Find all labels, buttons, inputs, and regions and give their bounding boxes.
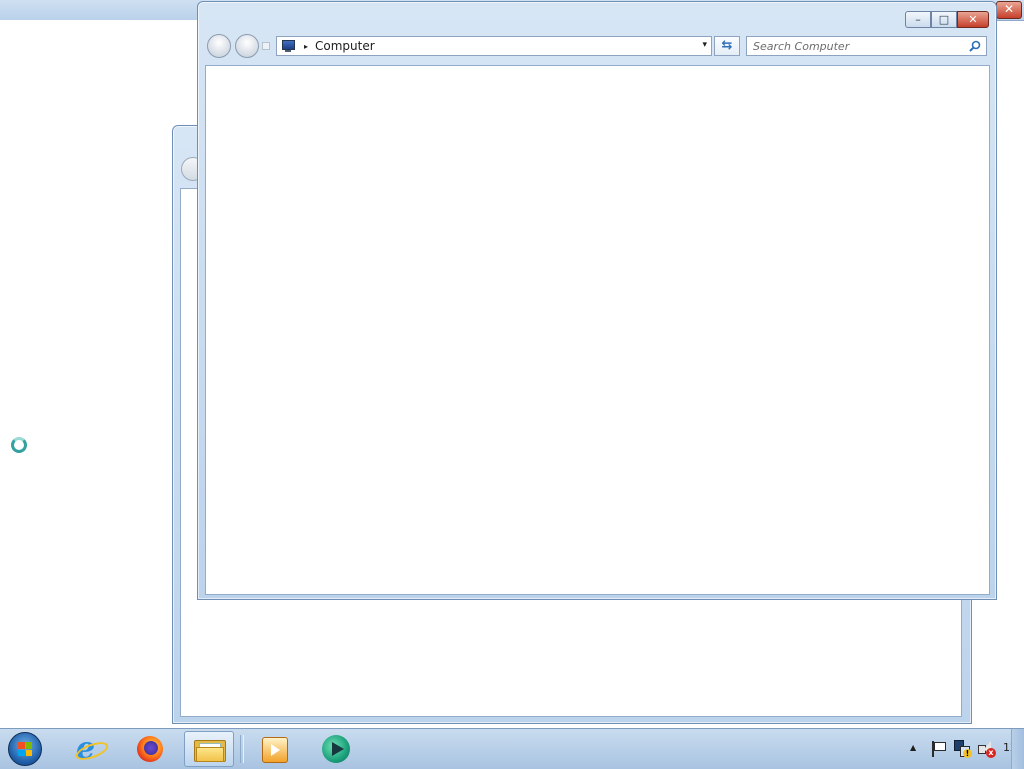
maximize-button[interactable]: □ (931, 11, 957, 28)
address-bar[interactable]: ▸ Computer ▾ (276, 36, 712, 56)
search-input[interactable] (747, 37, 965, 55)
minimize-button[interactable]: – (905, 11, 931, 28)
folder-icon (194, 737, 226, 762)
action-center-flag-icon[interactable] (931, 741, 946, 757)
green-arrow-icon[interactable] (320, 733, 352, 765)
taskbar: e ▲ ! x 12 (0, 728, 1024, 769)
volume-muted-icon[interactable]: x (978, 740, 996, 758)
close-button[interactable]: ✕ (957, 11, 989, 28)
back-button[interactable] (207, 34, 231, 58)
show-desktop-button[interactable] (1011, 729, 1024, 769)
windows-logo-icon (18, 742, 32, 756)
computer-icon (281, 39, 297, 53)
start-button[interactable] (8, 732, 42, 766)
breadcrumb-computer[interactable]: Computer (315, 39, 375, 53)
forward-button[interactable] (235, 34, 259, 58)
busy-cursor-icon (11, 437, 27, 453)
firefox-icon[interactable] (134, 733, 166, 765)
taskbar-separator (240, 735, 244, 763)
desktop-area (0, 20, 200, 728)
media-player-icon[interactable] (258, 733, 290, 765)
background-window-close-button[interactable]: ✕ (996, 1, 1022, 19)
search-box[interactable] (746, 36, 987, 56)
search-icon[interactable] (969, 40, 981, 52)
explorer-window-computer: – □ ✕ ▸ Computer ▾ ⇆ (197, 1, 997, 600)
network-icon[interactable]: ! (954, 740, 972, 758)
content-pane (205, 65, 990, 595)
refresh-button[interactable]: ⇆ (714, 36, 740, 56)
show-hidden-icons-button[interactable]: ▲ (910, 743, 916, 752)
front-window-caption-buttons: – □ ✕ (905, 11, 989, 28)
internet-explorer-icon[interactable]: e (73, 733, 111, 765)
notification-area: ▲ ! x 12 (904, 729, 1024, 769)
address-dropdown-icon[interactable]: ▾ (702, 40, 707, 50)
windows-explorer-taskbar-button[interactable] (184, 731, 234, 767)
recent-pages-button[interactable] (262, 42, 270, 50)
breadcrumb-separator-icon[interactable]: ▸ (304, 42, 308, 51)
